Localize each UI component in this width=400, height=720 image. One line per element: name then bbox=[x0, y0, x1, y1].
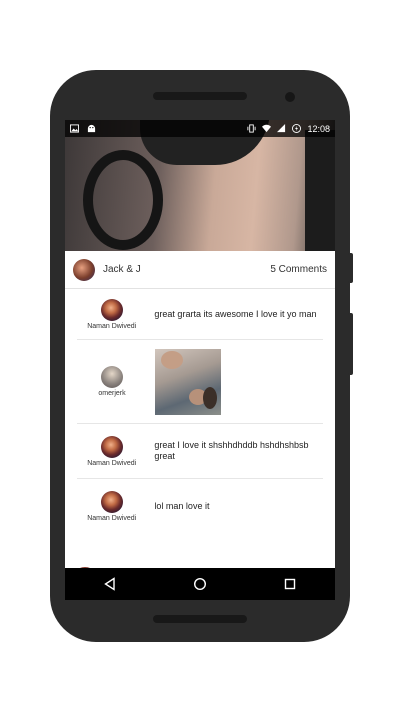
avatar[interactable] bbox=[100, 435, 123, 458]
recents-icon[interactable] bbox=[283, 577, 297, 591]
image-icon bbox=[70, 124, 79, 133]
username: Naman Dwivedi bbox=[87, 515, 137, 522]
list-item: Naman Dwivedi lol man love it bbox=[77, 479, 323, 534]
comment-text: great I love it shshhdhddb hshdhshbsb gr… bbox=[154, 440, 309, 461]
video-headphone-shape bbox=[83, 150, 163, 250]
avatar[interactable] bbox=[101, 366, 123, 388]
username: Naman Dwivedi bbox=[87, 323, 137, 330]
comment-author[interactable]: Naman Dwivedi bbox=[77, 491, 146, 522]
android-icon bbox=[87, 124, 96, 133]
phone-frame: 12:08 Jack & J 5 Comments Naman Dwivedi … bbox=[50, 70, 350, 642]
comment-author[interactable]: omerjerk bbox=[77, 366, 147, 397]
screen: 12:08 Jack & J 5 Comments Naman Dwivedi … bbox=[65, 120, 335, 600]
comment-author[interactable]: Naman Dwivedi bbox=[77, 435, 146, 467]
back-icon[interactable] bbox=[103, 577, 117, 591]
list-item: Naman Dwivedi great I love it shshhdhddb… bbox=[77, 424, 323, 479]
post-header: Jack & J 5 Comments bbox=[65, 251, 335, 289]
volume-button bbox=[348, 313, 353, 375]
image-shape bbox=[203, 386, 217, 409]
comment-text: lol man love it bbox=[154, 501, 210, 511]
signal-icon bbox=[277, 124, 286, 133]
video-thumbnail[interactable] bbox=[65, 120, 335, 251]
wifi-icon bbox=[262, 124, 272, 133]
battery-charging-icon bbox=[292, 124, 302, 133]
power-button bbox=[348, 253, 353, 283]
status-time: 12:08 bbox=[307, 123, 330, 134]
list-item: omerjerk bbox=[77, 340, 323, 424]
username: Naman Dwivedi bbox=[87, 459, 137, 467]
author-avatar[interactable] bbox=[73, 258, 95, 281]
video-mic-shape bbox=[305, 130, 335, 251]
comment-author[interactable]: Naman Dwivedi bbox=[77, 299, 146, 330]
list-item: Naman Dwivedi great grarta its awesome I… bbox=[77, 290, 323, 340]
image-shape bbox=[161, 350, 183, 369]
front-camera bbox=[285, 92, 295, 102]
username: omerjerk bbox=[98, 390, 126, 397]
avatar[interactable] bbox=[100, 491, 123, 513]
comment-text: great grarta its awesome I love it yo ma… bbox=[154, 309, 317, 319]
comment-list[interactable]: Naman Dwivedi great grarta its awesome I… bbox=[65, 290, 335, 562]
home-icon[interactable] bbox=[193, 577, 207, 591]
nav-bar bbox=[65, 568, 335, 600]
author-name[interactable]: Jack & J bbox=[103, 264, 141, 275]
status-bar: 12:08 bbox=[65, 120, 335, 137]
comment-image[interactable] bbox=[155, 348, 221, 415]
bottom-speaker bbox=[153, 615, 247, 623]
top-speaker bbox=[153, 92, 247, 100]
vibrate-icon bbox=[247, 124, 257, 133]
avatar[interactable] bbox=[100, 299, 123, 321]
comment-count: 5 Comments bbox=[270, 264, 327, 275]
